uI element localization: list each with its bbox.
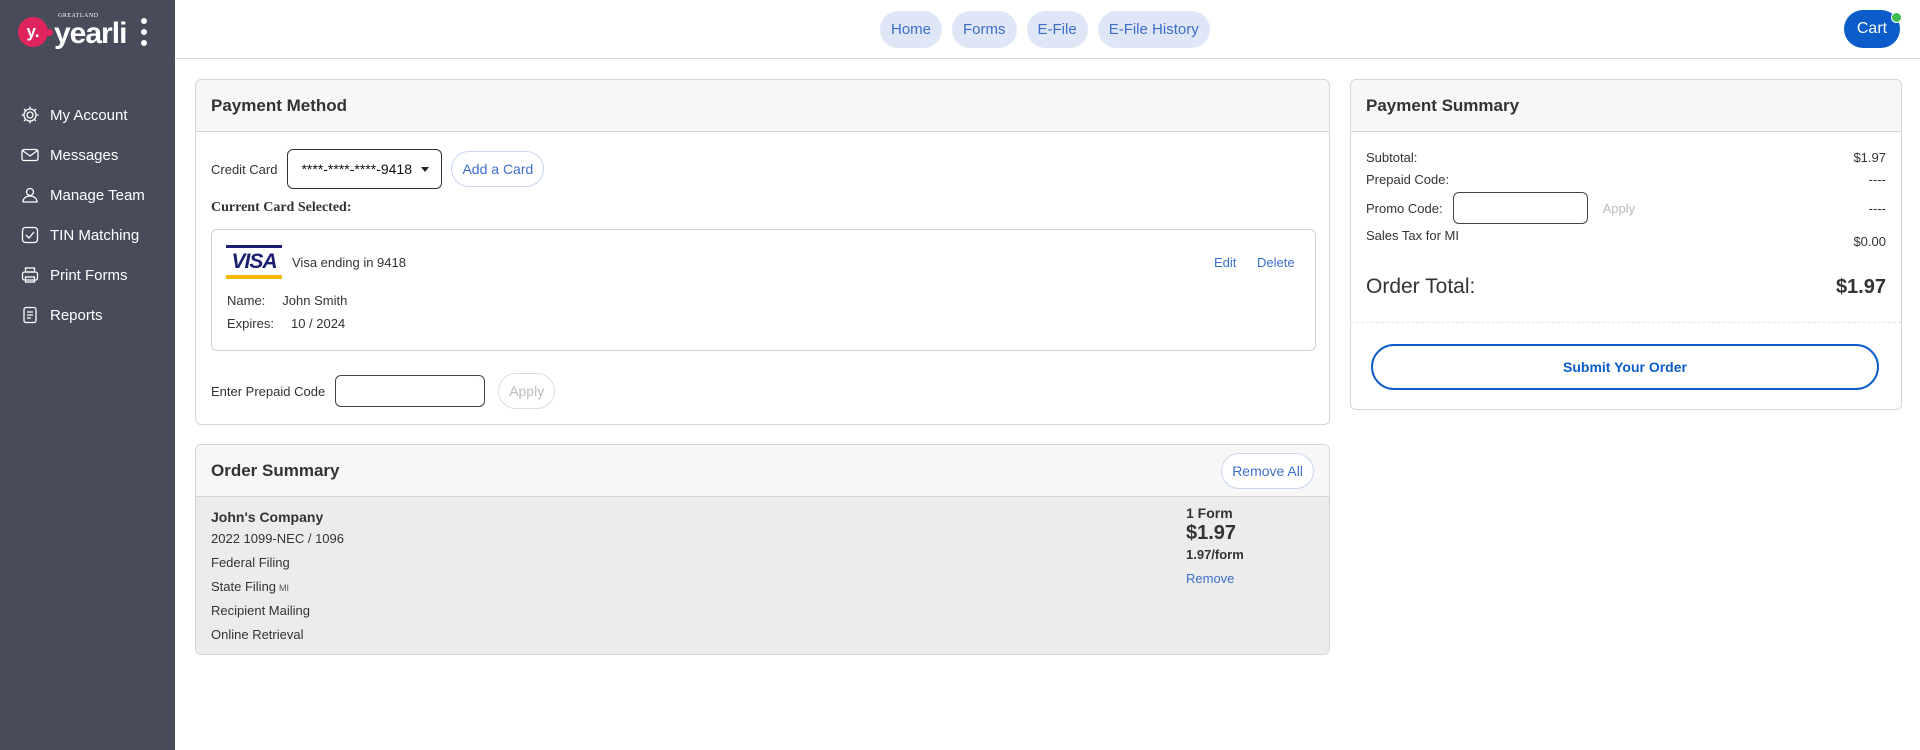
remove-all-button[interactable]: Remove All (1221, 452, 1314, 489)
sidebar: y. GREATLAND yearli My Account Messages … (0, 0, 175, 750)
logo-small-text: GREATLAND (58, 12, 99, 19)
sidebar-item-label: Reports (50, 306, 103, 324)
cart-label: Cart (1856, 20, 1888, 37)
order-item-details: John's Company 2022 1099-NEC / 1096 Fede… (211, 509, 344, 651)
payment-summary-card: Payment Summary Subtotal: $1.97 Prepaid … (1350, 79, 1902, 410)
prepaid-summary-value: ---- (1868, 172, 1886, 187)
promo-apply-button[interactable]: Apply (1603, 201, 1636, 216)
top-nav: Home Forms E-File E-File History (880, 11, 1210, 48)
selected-card-box: VISA Visa ending in 9418 Edit Delete Nam… (211, 229, 1316, 351)
nav-home[interactable]: Home (880, 11, 943, 48)
card-expires-row: Expires: 10 / 2024 (227, 316, 345, 331)
sidebar-item-messages[interactable]: Messages (0, 136, 175, 174)
card-name-label: Name: (227, 293, 266, 308)
prepaid-code-row: Enter Prepaid Code Apply (211, 373, 556, 409)
logo-text: yearli (54, 16, 127, 50)
remove-item-link[interactable]: Remove (1186, 571, 1244, 586)
edit-card-link[interactable]: Edit (1214, 255, 1236, 270)
sales-tax-value: $0.00 (1853, 234, 1886, 249)
order-price: $1.97 (1186, 522, 1237, 544)
sidebar-item-reports[interactable]: Reports (0, 296, 175, 334)
payment-summary-title: Payment Summary (1366, 95, 1520, 115)
order-total-value: $1.97 (1835, 275, 1886, 298)
subtotal-label: Subtotal: (1366, 150, 1418, 165)
credit-card-label: Credit Card (211, 161, 278, 177)
order-recipient-mailing: Recipient Mailing (211, 603, 310, 618)
promo-code-input[interactable] (1452, 192, 1588, 224)
order-total-row: Order Total: $1.97 (1366, 275, 1886, 299)
sidebar-item-label: TIN Matching (50, 226, 140, 244)
add-card-button[interactable]: Add a Card (451, 151, 545, 187)
order-total-label: Order Total: (1366, 275, 1476, 298)
prepaid-code-label: Enter Prepaid Code (211, 383, 326, 399)
credit-card-select[interactable]: ****-****-****-9418 (287, 149, 443, 189)
prepaid-apply-button[interactable]: Apply (498, 373, 556, 409)
sidebar-item-manage-team[interactable]: Manage Team (0, 176, 175, 214)
subtotal-value: $1.97 (1853, 150, 1886, 165)
submit-order-button[interactable]: Submit Your Order (1371, 344, 1879, 390)
sidebar-item-label: Manage Team (50, 186, 145, 204)
sales-tax-label: Sales Tax for MI (1366, 228, 1459, 243)
credit-card-select-value: ****-****-****-9418 (301, 161, 412, 177)
nav-efile[interactable]: E-File (1026, 11, 1088, 48)
nav-forms[interactable]: Forms (952, 11, 1017, 48)
promo-code-value: ---- (1868, 200, 1886, 216)
visa-logo-icon: VISA (226, 245, 282, 279)
check-square-icon (20, 225, 40, 245)
sidebar-item-label: My Account (50, 106, 128, 124)
divider (1351, 322, 1901, 323)
order-online-retrieval: Online Retrieval (211, 627, 304, 642)
gear-icon (20, 105, 40, 125)
current-card-selected-label: Current Card Selected: (211, 200, 352, 215)
payment-summary-header: Payment Summary (1351, 80, 1901, 132)
order-form-count: 1 Form (1186, 505, 1233, 521)
promo-code-row: Promo Code: Apply ---- (1366, 192, 1886, 224)
payment-method-card: Payment Method Credit Card ****-****-***… (195, 79, 1330, 425)
caret-down-icon (420, 166, 429, 172)
cart-button[interactable]: Cart (1844, 10, 1902, 48)
order-state-filing: State Filing MI (211, 579, 290, 594)
prepaid-row: Prepaid Code: ---- (1366, 172, 1886, 187)
sidebar-nav: My Account Messages Manage Team TIN Matc… (0, 96, 175, 336)
delete-card-link[interactable]: Delete (1257, 255, 1295, 270)
user-icon (20, 185, 40, 205)
card-ending-text: Visa ending in 9418 (292, 255, 406, 270)
logo-mark: y. (18, 17, 53, 47)
order-company: John's Company (211, 509, 324, 525)
sidebar-item-label: Print Forms (50, 266, 128, 284)
card-name-row: Name: John Smith (227, 293, 347, 308)
promo-code-label: Promo Code: (1366, 200, 1443, 216)
envelope-icon (20, 145, 40, 165)
payment-method-header: Payment Method (196, 80, 1329, 132)
card-expires-label: Expires: (227, 316, 274, 331)
cart-status-dot (1891, 12, 1902, 23)
sidebar-item-my-account[interactable]: My Account (0, 96, 175, 134)
card-name-value: John Smith (282, 293, 348, 308)
order-summary-header: Order Summary Remove All (196, 445, 1329, 497)
prepaid-code-input[interactable] (335, 375, 486, 407)
state-code: MI (279, 583, 290, 593)
printer-icon (20, 265, 40, 285)
sidebar-item-tin-matching[interactable]: TIN Matching (0, 216, 175, 254)
more-menu-icon[interactable] (140, 18, 148, 46)
order-form-type: 2022 1099-NEC / 1096 (211, 531, 344, 546)
order-summary-title: Order Summary (211, 460, 340, 480)
logo[interactable]: y. GREATLAND yearli (18, 12, 127, 50)
credit-card-row: Credit Card ****-****-****-9418 Add a Ca… (211, 149, 545, 189)
subtotal-row: Subtotal: $1.97 (1366, 150, 1886, 165)
sidebar-item-label: Messages (50, 146, 119, 164)
order-summary-card: Order Summary Remove All John's Company … (195, 444, 1330, 655)
document-icon (20, 305, 40, 325)
sales-tax-row: Sales Tax for MI $0.00 (1366, 228, 1886, 252)
order-per-form: 1.97/form (1186, 547, 1244, 562)
order-item-pricing: 1 Form $1.97 1.97/form Remove (1186, 505, 1244, 586)
sidebar-item-print-forms[interactable]: Print Forms (0, 256, 175, 294)
top-header: Home Forms E-File E-File History Cart (175, 0, 1920, 59)
order-item: John's Company 2022 1099-NEC / 1096 Fede… (196, 497, 1329, 654)
prepaid-summary-label: Prepaid Code: (1366, 172, 1450, 187)
order-federal-filing: Federal Filing (211, 555, 290, 570)
card-expires-value: 10 / 2024 (290, 316, 346, 331)
payment-method-title: Payment Method (211, 95, 348, 115)
nav-efile-history[interactable]: E-File History (1097, 11, 1210, 48)
